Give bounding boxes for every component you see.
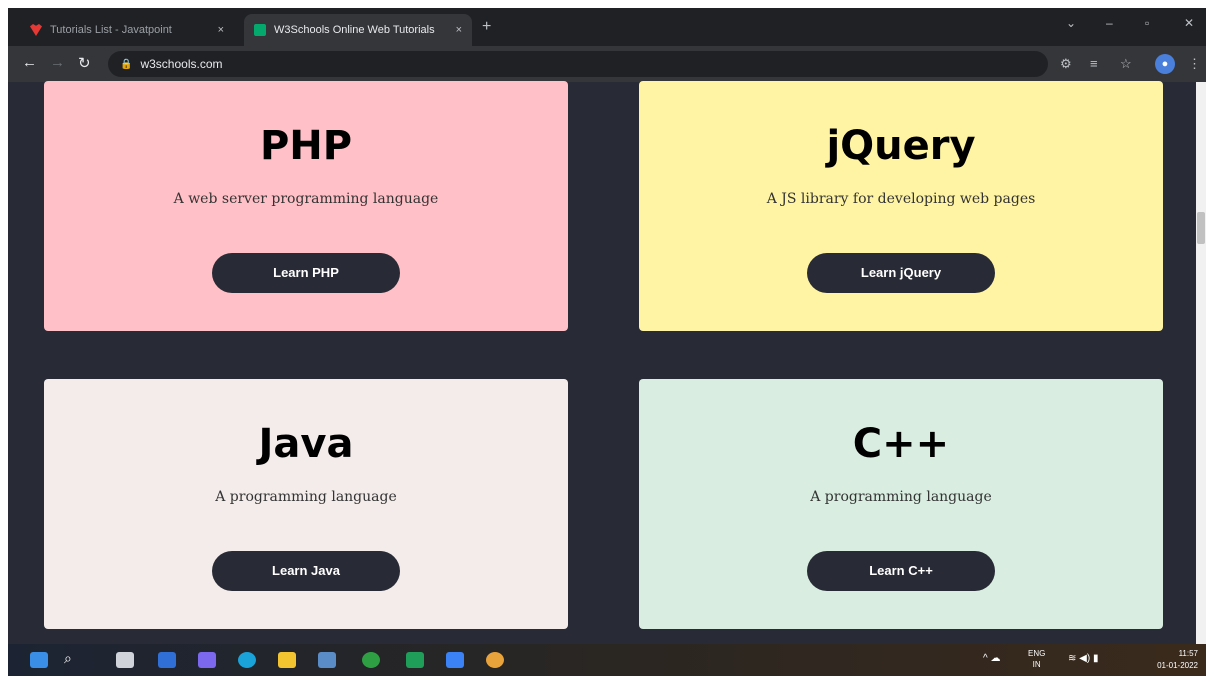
tab-javatpoint[interactable]: Tutorials List - Javatpoint × [20, 14, 234, 46]
screen: Tutorials List - Javatpoint × W3Schools … [8, 8, 1206, 676]
edge-icon[interactable] [238, 652, 256, 668]
store-icon[interactable] [318, 652, 336, 668]
card-cpp: C++ A programming language Learn C++ [639, 379, 1163, 629]
translate-icon[interactable]: ⚙ [1060, 56, 1072, 72]
tab-title: Tutorials List - Javatpoint [50, 24, 172, 36]
card-php: PHP A web server programming language Le… [44, 81, 568, 331]
maximize-button[interactable]: ▫ [1145, 16, 1149, 30]
file-explorer-icon[interactable] [278, 652, 296, 668]
browser-toolbar: ← → ↻ 🔒 w3schools.com ⚙ ≡ ☆ ● ⋮ [8, 46, 1206, 82]
javatpoint-favicon-icon [30, 24, 42, 36]
bookmark-star-icon[interactable]: ☆ [1120, 56, 1132, 72]
learn-java-button[interactable]: Learn Java [212, 551, 400, 591]
reading-list-icon[interactable]: ≡ [1090, 56, 1098, 71]
card-description: A web server programming language [173, 191, 439, 207]
chrome-icon[interactable] [486, 652, 504, 668]
tab-w3schools[interactable]: W3Schools Online Web Tutorials × [244, 14, 472, 46]
card-title: jQuery [826, 123, 976, 169]
card-jquery: jQuery A JS library for developing web p… [639, 81, 1163, 331]
clock[interactable]: 11:57 01-01-2022 [1157, 648, 1198, 672]
language-indicator[interactable]: ENG IN [1028, 648, 1045, 670]
tab-close-icon[interactable]: × [456, 24, 462, 36]
scrollbar-thumb[interactable] [1197, 212, 1205, 244]
card-title: Java [258, 421, 354, 467]
minimize-button[interactable]: – [1106, 16, 1113, 30]
snipping-tool-icon[interactable] [406, 652, 424, 668]
forward-button[interactable]: → [50, 54, 65, 71]
tab-close-icon[interactable]: × [218, 24, 224, 36]
menu-kebab-icon[interactable]: ⋮ [1188, 56, 1201, 72]
wifi-volume-battery-icon[interactable]: ≋ ◀) ▮ [1068, 653, 1098, 664]
address-bar[interactable]: 🔒 w3schools.com [108, 51, 1048, 77]
chat-icon[interactable] [198, 652, 216, 668]
windows-start-icon[interactable] [30, 652, 48, 668]
clock-time: 11:57 [1178, 649, 1198, 658]
learn-php-button[interactable]: Learn PHP [212, 253, 400, 293]
w3schools-favicon-icon [254, 24, 266, 36]
tab-title: W3Schools Online Web Tutorials [274, 24, 435, 36]
card-description: A programming language [215, 489, 397, 505]
new-tab-button[interactable]: + [482, 18, 491, 36]
language-code: ENG [1028, 649, 1046, 658]
card-title: PHP [259, 123, 353, 169]
reload-button[interactable]: ↻ [78, 54, 91, 72]
app-icon[interactable] [446, 652, 464, 668]
region-code: IN [1032, 660, 1041, 669]
learn-cpp-button[interactable]: Learn C++ [807, 551, 995, 591]
xbox-icon[interactable] [362, 652, 380, 668]
system-tray[interactable]: ^ ☁ [983, 653, 1000, 664]
profile-avatar[interactable]: ● [1155, 54, 1175, 74]
learn-jquery-button[interactable]: Learn jQuery [807, 253, 995, 293]
tab-strip: Tutorials List - Javatpoint × W3Schools … [8, 8, 1206, 46]
clock-date: 01-01-2022 [1157, 661, 1198, 670]
page-content: PHP A web server programming language Le… [8, 81, 1206, 644]
url-text: w3schools.com [140, 57, 223, 71]
task-view-icon[interactable] [116, 652, 134, 668]
close-window-button[interactable]: ✕ [1184, 16, 1194, 30]
card-title: C++ [852, 421, 950, 467]
widgets-icon[interactable] [158, 652, 176, 668]
chevron-down-icon[interactable]: ⌄ [1066, 16, 1076, 30]
lock-icon: 🔒 [120, 58, 133, 70]
card-description: A JS library for developing web pages [766, 191, 1036, 207]
back-button[interactable]: ← [22, 54, 37, 71]
search-icon[interactable]: ⌕ [64, 650, 82, 666]
windows-taskbar: ⌕ ^ ☁ ENG IN ≋ ◀) ▮ 11:57 01-01-2022 [8, 644, 1206, 676]
card-description: A programming language [810, 489, 992, 505]
scrollbar[interactable] [1196, 82, 1206, 644]
card-java: Java A programming language Learn Java [44, 379, 568, 629]
